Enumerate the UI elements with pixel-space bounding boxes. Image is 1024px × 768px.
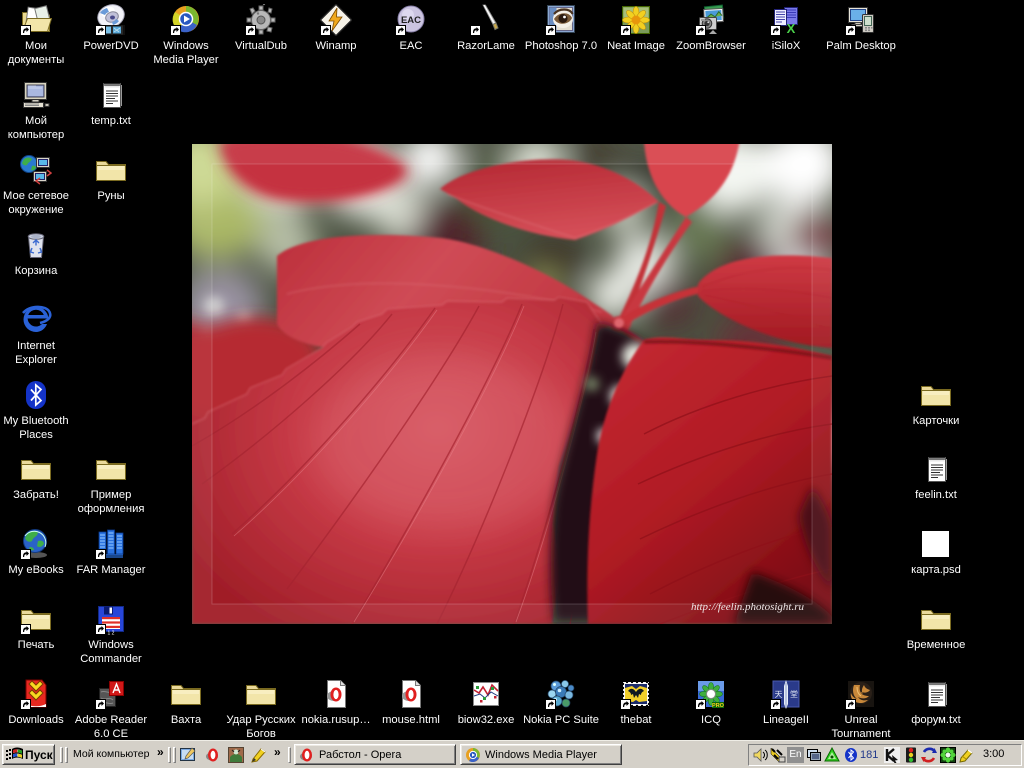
svg-text:http://feelin.photosight.ru: http://feelin.photosight.ru (691, 601, 805, 613)
